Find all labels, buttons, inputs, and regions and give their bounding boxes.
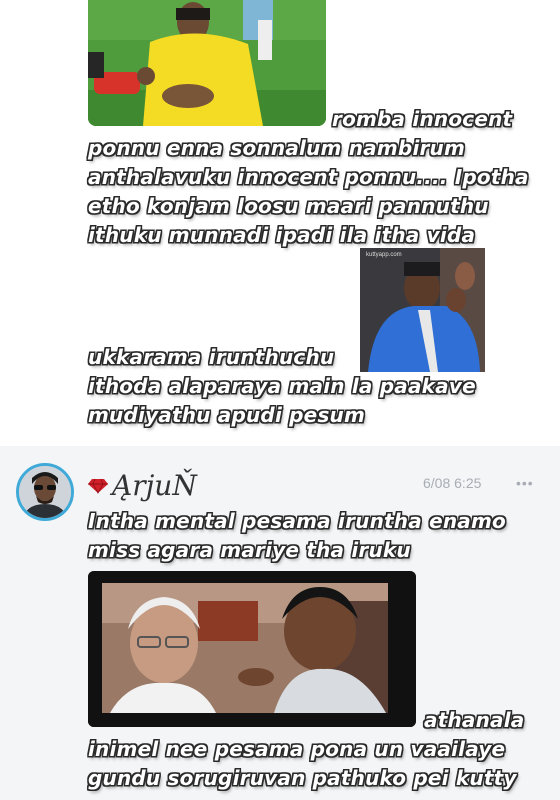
gif-image-two-men[interactable] — [88, 571, 416, 727]
post-text-line: anthalavuku innocent ponnu.... Ipotha — [88, 165, 529, 189]
post-text-line: inimel nee pesama pona un vaailaye — [88, 737, 506, 761]
post-text-line: athanala — [424, 708, 525, 732]
post-text-line: romba innocent — [332, 107, 513, 131]
watermark-text: kuttyapp.com — [366, 252, 402, 258]
post-text-line: etho konjam loosu maari pannuthu — [88, 194, 489, 218]
post-text-line: mudiyathu apudi pesum — [88, 403, 366, 427]
username[interactable]: ĄrjuŇ — [112, 468, 197, 504]
post-text-line: ithoda alaparaya main la paakave — [88, 374, 476, 398]
gif-image-blue-jacket[interactable]: kuttyapp.com — [360, 248, 485, 372]
timestamp: 6/08 6:25 — [423, 475, 482, 491]
avatar[interactable] — [16, 463, 74, 521]
post-text-line: gundu sorugiruvan pathuko pei kutty — [88, 766, 517, 790]
more-icon[interactable]: ••• — [516, 474, 534, 492]
gem-icon — [88, 478, 108, 494]
gif-image-football[interactable] — [88, 0, 326, 126]
post-1: romba innocent ponnu enna sonnalum nambi… — [0, 0, 560, 446]
post-text-line: ponnu enna sonnalum nambirum — [88, 136, 466, 160]
post-text-line: miss agara mariye tha iruku — [88, 538, 411, 562]
post-text-line: Intha mental pesama iruntha enamo — [88, 509, 506, 533]
post-text-line: ukkarama irunthuchu — [88, 345, 335, 369]
post-text-line: ithuku munnadi ipadi ila itha vida — [88, 223, 476, 247]
